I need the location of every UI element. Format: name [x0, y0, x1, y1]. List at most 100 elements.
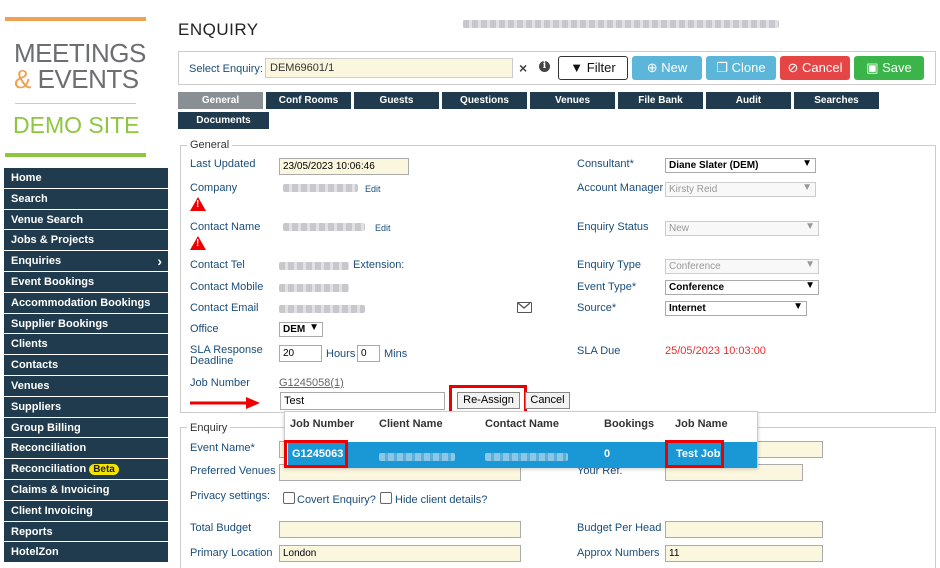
enquiry-type-value: Conference — [669, 261, 721, 272]
chevron-right-icon: › — [157, 253, 162, 270]
job-search-input[interactable]: Test — [280, 392, 445, 410]
clone-label: Clone — [731, 60, 766, 75]
contact-mobile-label: Contact Mobile — [190, 281, 264, 293]
tab-guests[interactable]: Guests — [354, 92, 439, 109]
sidebar-item-reports[interactable]: Reports — [4, 521, 168, 543]
job-number-link[interactable]: G1245058(1) — [279, 377, 344, 389]
source-value: Internet — [669, 303, 706, 314]
approx-numbers-label: Approx Numbers — [577, 547, 660, 559]
sidebar-item-venues[interactable]: Venues — [4, 375, 168, 397]
select-enquiry-input[interactable]: DEM69601/1 — [265, 58, 513, 78]
approx-numbers-input[interactable]: 11 — [665, 545, 823, 562]
sidebar-nav: Home Search Venue Search Jobs & Projects… — [4, 168, 168, 564]
total-budget-label: Total Budget — [190, 522, 252, 534]
office-select[interactable]: DEM ▼ — [279, 322, 323, 337]
hide-client-checkbox[interactable] — [380, 492, 392, 504]
job-cancel-button[interactable]: Cancel — [525, 392, 570, 409]
sidebar-item-client-invoicing[interactable]: Client Invoicing — [4, 500, 168, 522]
warning-icon: ! — [190, 236, 206, 250]
consultant-label: Consultant* — [577, 158, 634, 170]
sidebar-item-enquiries[interactable]: Enquiries › — [4, 251, 168, 272]
enquiry-status-select[interactable]: New ▼ — [665, 221, 819, 236]
sidebar-item-contacts[interactable]: Contacts — [4, 355, 168, 376]
sidebar-item-venue-search[interactable]: Venue Search — [4, 209, 168, 231]
client-name-redacted — [379, 452, 455, 464]
enquiry-type-select[interactable]: Conference ▼ — [665, 259, 819, 274]
event-type-select[interactable]: Conference ▼ — [665, 280, 819, 295]
copy-icon: ❐ — [716, 60, 729, 75]
total-budget-input[interactable] — [279, 521, 521, 538]
tab-documents[interactable]: Documents — [178, 112, 269, 129]
plus-icon: ⊕ — [646, 60, 658, 75]
company-value-redacted — [283, 183, 358, 195]
info-icon[interactable]: i — [539, 61, 550, 72]
sidebar-item-search[interactable]: Search — [4, 188, 168, 210]
chevron-down-icon: ▼ — [793, 301, 803, 312]
contact-tel-label: Contact Tel — [190, 259, 245, 271]
tab-file-bank[interactable]: File Bank — [618, 92, 703, 109]
sidebar-item-group-billing[interactable]: Group Billing — [4, 417, 168, 439]
sidebar-item-reconciliation-beta[interactable]: Reconciliation Beta — [4, 459, 168, 480]
enquiry-type-label: Enquiry Type — [577, 259, 642, 271]
contact-name-cell-redacted — [485, 452, 568, 464]
budget-per-head-input[interactable] — [665, 521, 823, 538]
sidebar-item-clients[interactable]: Clients — [4, 334, 168, 356]
new-label: New — [661, 60, 688, 75]
chevron-down-icon: ▼ — [309, 322, 319, 333]
new-button[interactable]: ⊕ New — [632, 56, 702, 80]
enquiry-legend: Enquiry — [187, 422, 231, 434]
account-manager-select[interactable]: Kirsty Reid ▼ — [665, 182, 816, 197]
sla-hours-input[interactable]: 20 — [279, 345, 322, 362]
cancel-label: Cancel — [802, 60, 843, 75]
tab-conf-rooms[interactable]: Conf Rooms — [266, 92, 351, 109]
sla-response-label: SLA Response Deadline — [190, 345, 263, 367]
sidebar-item-label: Enquiries — [11, 255, 62, 268]
sidebar-item-jobs-projects[interactable]: Jobs & Projects — [4, 230, 168, 252]
save-label: Save — [882, 60, 912, 75]
filter-icon: ▼ — [570, 60, 584, 75]
tab-venues[interactable]: Venues — [530, 92, 615, 109]
sidebar-item-accommodation-bookings[interactable]: Accommodation Bookings — [4, 292, 168, 314]
tab-general[interactable]: General — [178, 92, 263, 109]
page-title: ENQUIRY — [178, 20, 259, 39]
company-edit-link[interactable]: Edit — [365, 184, 381, 194]
col-header-contact-name: Contact Name — [485, 418, 559, 430]
job-name-highlight — [665, 440, 724, 468]
clone-button[interactable]: ❐ Clone — [706, 56, 776, 80]
primary-location-input[interactable]: London — [279, 545, 521, 562]
sidebar-item-home[interactable]: Home — [4, 168, 168, 189]
tab-questions[interactable]: Questions — [442, 92, 527, 109]
hours-label: Hours — [326, 348, 356, 360]
hide-client-label: Hide client details? — [395, 494, 488, 506]
save-button[interactable]: ▣ Save — [854, 56, 924, 80]
filter-label: Filter — [586, 60, 616, 75]
consultant-value: Diane Slater (DEM) — [669, 160, 759, 171]
envelope-icon[interactable] — [517, 302, 532, 313]
sidebar-item-supplier-bookings[interactable]: Supplier Bookings — [4, 313, 168, 335]
contact-edit-link[interactable]: Edit — [375, 223, 391, 233]
job-number-label: Job Number — [190, 377, 250, 389]
sidebar-item-claims-invoicing[interactable]: Claims & Invoicing — [4, 479, 168, 501]
tab-audit[interactable]: Audit — [706, 92, 791, 109]
sla-due-value: 25/05/2023 10:03:00 — [665, 345, 766, 357]
logo-events: EVENTS — [37, 64, 140, 94]
logo-top-bar — [5, 17, 146, 21]
sidebar-item-suppliers[interactable]: Suppliers — [4, 396, 168, 418]
sidebar-item-event-bookings[interactable]: Event Bookings — [4, 271, 168, 293]
cancel-button[interactable]: ⊘ Cancel — [780, 56, 850, 80]
covert-label: Covert Enquiry? — [297, 494, 376, 506]
tab-searches[interactable]: Searches — [794, 92, 879, 109]
sidebar-item-reconciliation[interactable]: Reconciliation — [4, 438, 168, 460]
bookings-cell: 0 — [604, 448, 611, 460]
chevron-down-icon: ▼ — [805, 221, 815, 232]
source-select[interactable]: Internet ▼ — [665, 301, 807, 316]
filter-button[interactable]: ▼ Filter — [558, 56, 628, 80]
covert-checkbox[interactable] — [283, 492, 295, 504]
sidebar-item-hotelzon[interactable]: HotelZon — [4, 542, 168, 564]
contact-name-redacted — [283, 222, 365, 234]
sla-mins-input[interactable]: 0 — [357, 345, 380, 362]
ban-icon: ⊘ — [787, 60, 799, 75]
contact-email-redacted — [279, 304, 365, 316]
clear-icon[interactable]: × — [519, 60, 527, 76]
consultant-select[interactable]: Diane Slater (DEM) ▼ — [665, 158, 816, 173]
